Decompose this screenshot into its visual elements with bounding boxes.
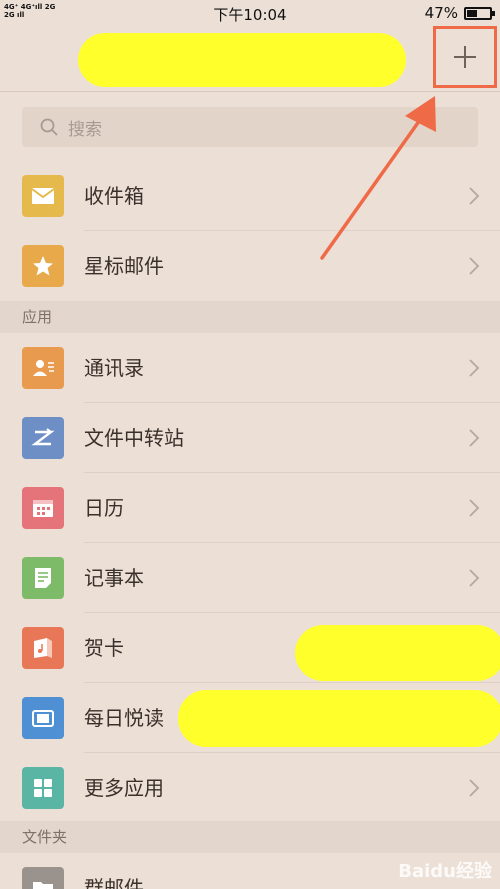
more-apps-label: 更多应用 [84,776,164,800]
plus-icon [454,46,476,68]
battery-percent: 47% [424,4,458,22]
search-placeholder: 搜索 [68,119,102,140]
reading-icon [22,697,64,739]
list-item-more-apps[interactable]: 更多应用 [0,753,500,823]
list-item-calendar[interactable]: 日历 [0,473,500,543]
folder-icon [22,867,64,889]
inbox-label: 收件箱 [84,184,144,208]
chevron-right-icon [469,187,480,205]
chevron-right-icon [469,257,480,275]
calendar-icon [22,487,64,529]
annotation-arrow [320,96,436,260]
notepad-label: 记事本 [84,566,144,590]
grid-icon [22,767,64,809]
daily-reading-label: 每日悦读 [84,706,164,730]
contacts-icon [22,347,64,389]
notepad-icon [22,557,64,599]
chevron-right-icon [469,499,480,517]
section-header-apps: 应用 [0,301,500,333]
envelope-icon [22,175,64,217]
star-icon [22,245,64,287]
starred-label: 星标邮件 [84,254,164,278]
add-button[interactable] [433,26,497,88]
status-bar: 4G⁺ 4G⁺ıll 2G 2G ıll 下午10:04 47% [0,0,500,26]
calendar-label: 日历 [84,496,124,520]
list-item-contacts[interactable]: 通讯录 [0,333,500,403]
redacted-badge [295,625,500,681]
chevron-right-icon [469,569,480,587]
greeting-card-label: 贺卡 [84,636,124,660]
greeting-card-icon [22,627,64,669]
group-mail-label: 群邮件 [84,876,144,889]
redacted-badge [178,690,500,747]
list-item-notepad[interactable]: 记事本 [0,543,500,613]
battery-icon [464,7,495,20]
search-icon [40,118,58,136]
contacts-label: 通讯录 [84,356,144,380]
section-header-folders: 文件夹 [0,821,500,853]
chevron-right-icon [469,429,480,447]
transfer-icon [22,417,64,459]
list-item-file-transfer[interactable]: 文件中转站 [0,403,500,473]
chevron-right-icon [469,779,480,797]
file-transfer-label: 文件中转站 [84,426,184,450]
chevron-right-icon [469,359,480,377]
watermark-logo: Baidu经验 [398,861,492,882]
redacted-account-title [78,33,406,87]
